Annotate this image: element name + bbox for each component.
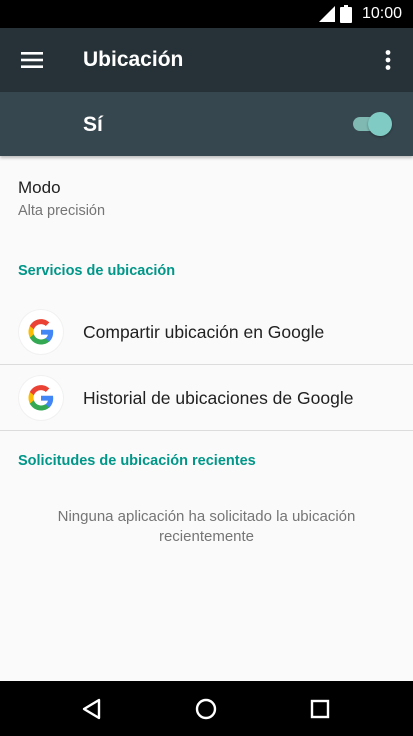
google-icon [18,375,64,421]
home-icon [195,698,217,720]
navigation-bar [0,681,413,736]
google-location-history-label: Historial de ubicaciones de Google [83,388,354,408]
status-bar: 10:00 [0,0,413,28]
divider [0,430,413,431]
location-master-switch-bar[interactable]: Sí [0,92,413,156]
more-options-button[interactable] [368,40,408,80]
google-icon [18,309,64,355]
location-toggle[interactable] [350,111,394,137]
back-button[interactable] [74,691,110,727]
mode-value: Alta precisión [18,203,106,219]
recent-requests-header: Solicitudes de ubicación recientes [18,453,256,469]
location-services-header: Servicios de ubicación [18,263,176,279]
status-time: 10:00 [362,5,403,22]
recents-button[interactable] [302,691,338,727]
menu-button[interactable] [12,40,52,80]
back-icon [82,698,101,720]
toggle-thumb [368,112,392,136]
signal-icon [319,6,335,22]
no-recent-requests-message: Ninguna aplicación ha solicitado la ubic… [57,508,356,545]
home-button[interactable] [188,691,224,727]
recents-icon [310,699,330,719]
battery-icon [340,5,352,23]
more-vert-icon [385,50,391,70]
page-title: Ubicación [83,48,184,71]
mode-title: Modo [18,178,61,197]
mode-setting[interactable]: Modo Alta precisión [0,166,413,232]
app-bar: Ubicación [0,28,413,92]
share-location-google-item[interactable]: Compartir ubicación en Google [0,300,413,364]
share-location-google-label: Compartir ubicación en Google [83,322,325,342]
google-location-history-item[interactable]: Historial de ubicaciones de Google [0,366,413,430]
divider [0,364,413,365]
menu-icon [21,52,43,68]
master-switch-label: Sí [83,113,103,136]
